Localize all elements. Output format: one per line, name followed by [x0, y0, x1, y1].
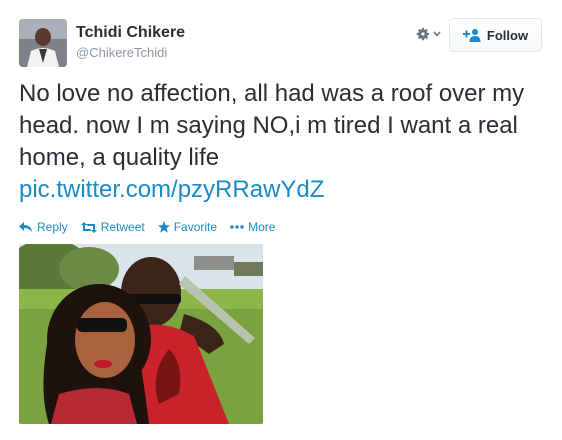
tweet-card: Tchidi Chikere @ChikereTchidi Follow No … [0, 0, 562, 440]
reply-icon [19, 221, 32, 232]
tweet-link[interactable]: pic.twitter.com/pzyRRawYdZ [19, 174, 554, 206]
retweet-button[interactable]: Retweet [80, 220, 145, 234]
more-label: More [248, 220, 276, 234]
user-handle[interactable]: @ChikereTchidi [76, 45, 167, 60]
gear-menu-button[interactable] [415, 25, 443, 43]
tweet-actions: Reply Retweet Favorite More [19, 219, 288, 235]
tweet-photo[interactable] [19, 244, 263, 424]
chevron-down-icon [433, 31, 441, 37]
more-icon [230, 225, 244, 229]
reply-label: Reply [37, 220, 68, 234]
add-user-icon [462, 29, 481, 42]
favorite-label: Favorite [173, 220, 218, 234]
user-name[interactable]: Tchidi Chikere [76, 24, 185, 42]
tweet-text-block: No love no affection, all had was a roof… [19, 78, 554, 206]
star-icon [157, 221, 170, 233]
tweet-text: No love no affection, all had was a roof… [19, 80, 525, 171]
gear-icon [416, 27, 429, 41]
user-avatar[interactable] [19, 19, 67, 67]
follow-label: Follow [486, 27, 529, 43]
retweet-icon [80, 221, 97, 233]
reply-button[interactable]: Reply [19, 220, 68, 234]
more-button[interactable]: More [230, 220, 275, 234]
follow-button[interactable]: Follow [449, 18, 542, 52]
retweet-label: Retweet [100, 220, 145, 234]
favorite-button[interactable]: Favorite [157, 220, 218, 234]
